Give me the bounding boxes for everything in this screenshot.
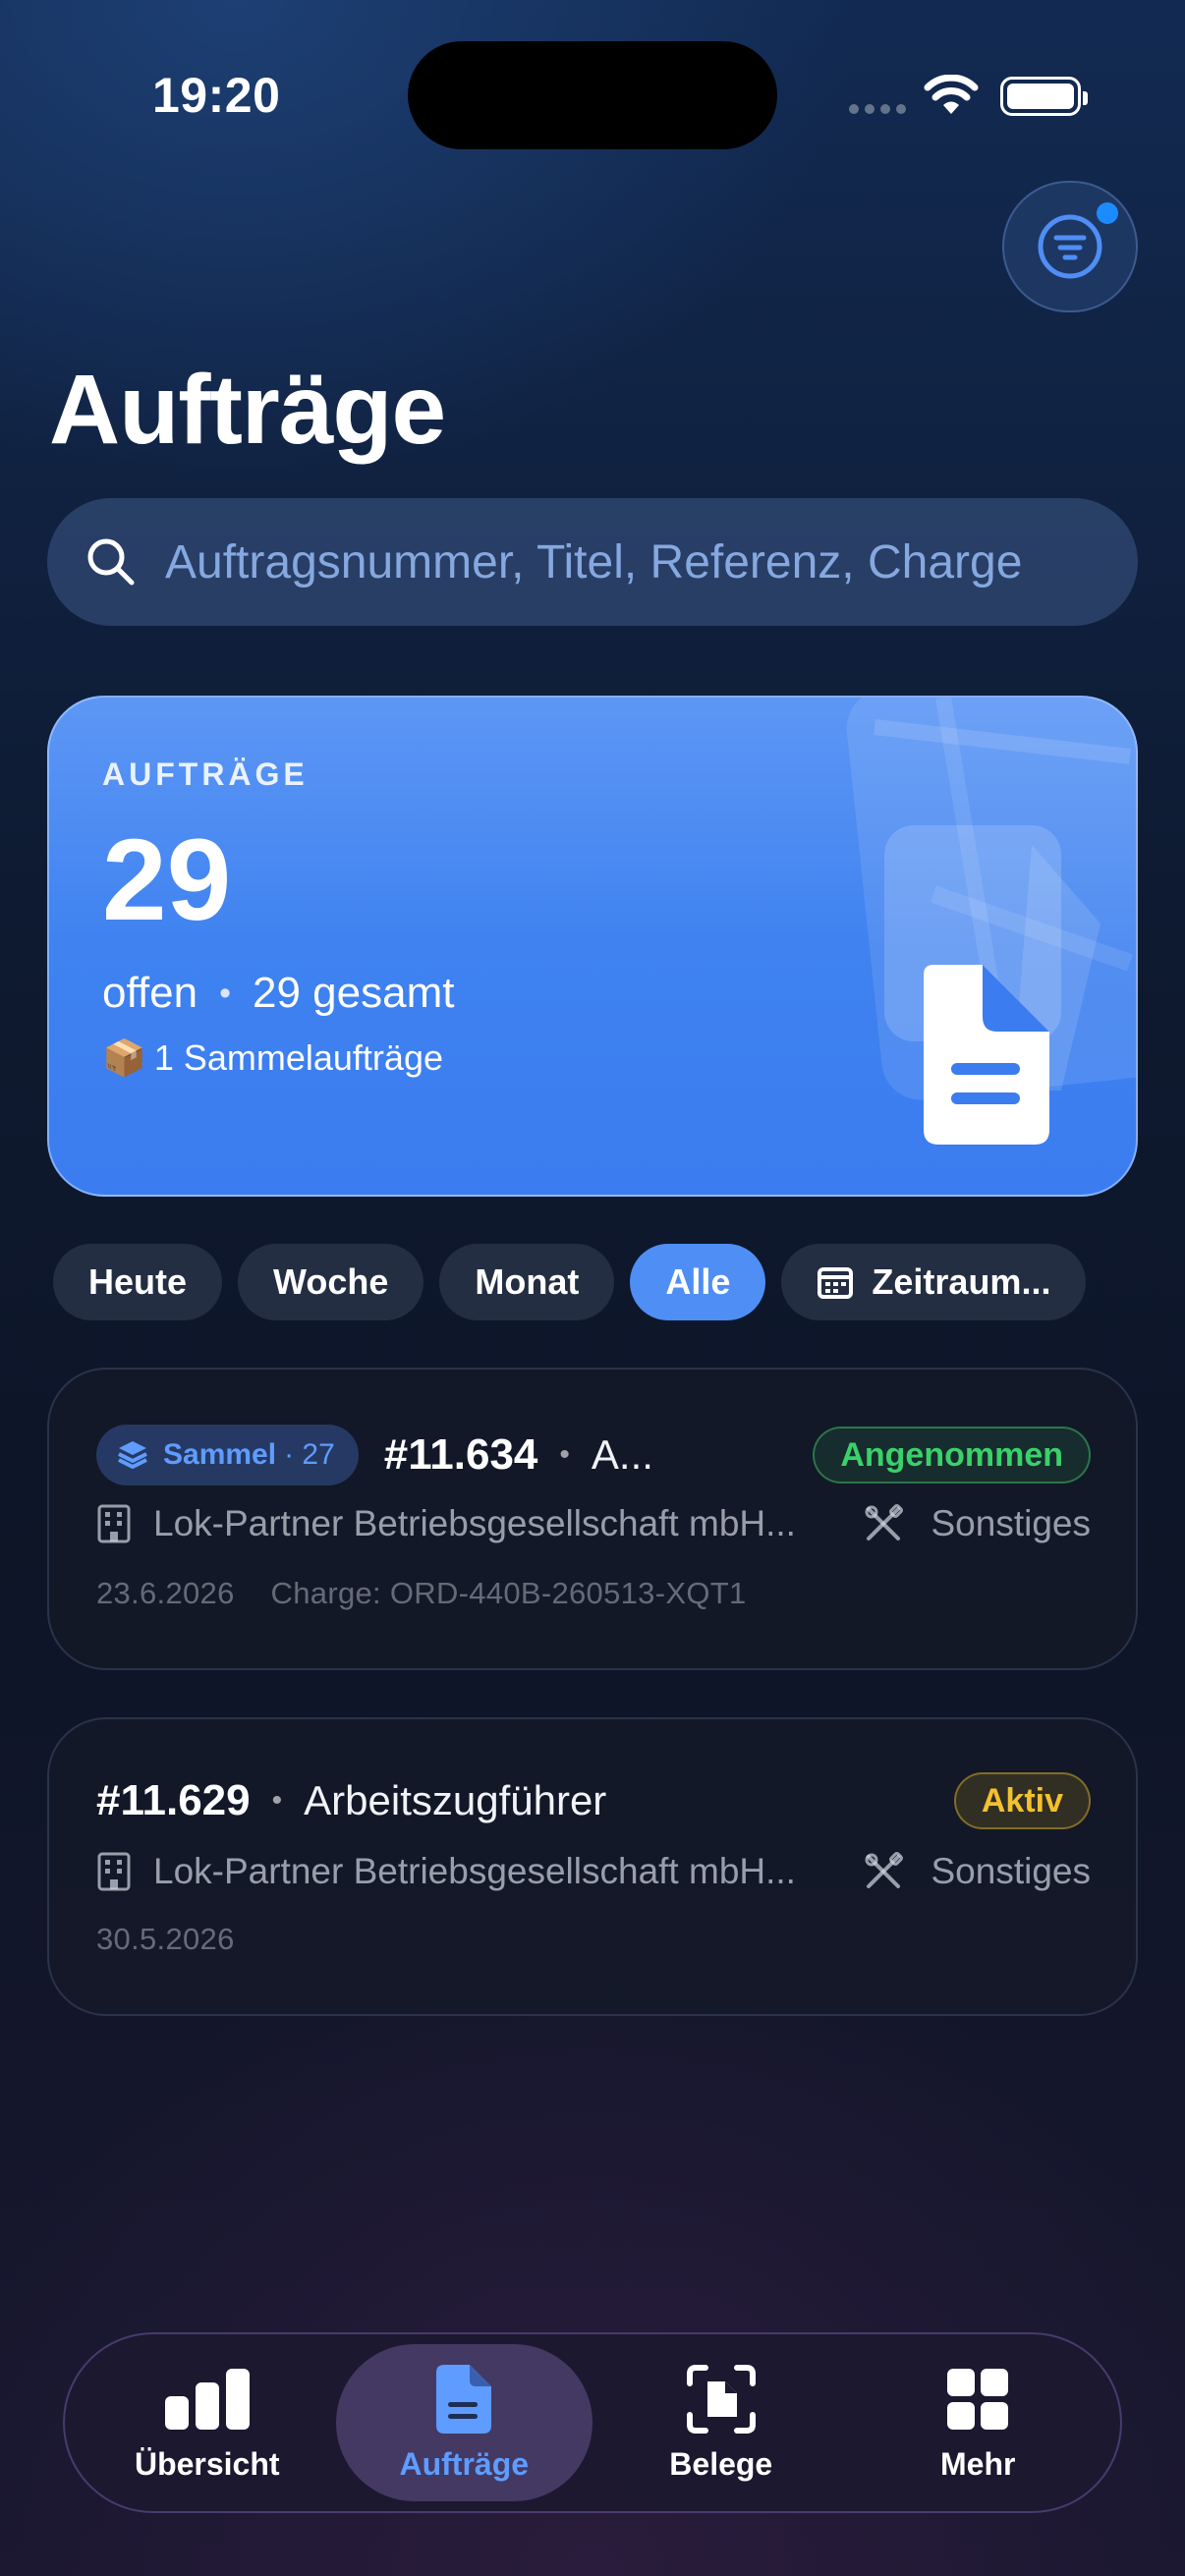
- document-illustration-icon: [846, 698, 1136, 1145]
- cellular-signal-icon: [849, 104, 906, 114]
- separator-dot: •: [219, 974, 231, 1012]
- summary-count: 29: [102, 815, 232, 945]
- chip-label: Monat: [475, 1261, 580, 1302]
- tab-belege[interactable]: Belege: [592, 2344, 850, 2501]
- filter-button[interactable]: [1002, 181, 1138, 312]
- status-badge: Aktiv: [953, 1772, 1091, 1829]
- summary-batch-info: 📦 1 Sammelaufträge: [102, 1037, 443, 1079]
- chip-label: Heute: [88, 1261, 188, 1302]
- tab-bar: Übersicht Aufträge Belege Mehr: [63, 2332, 1122, 2513]
- order-card[interactable]: #11.629 • Arbeitszugführer Aktiv Lok-Par…: [47, 1717, 1138, 2016]
- chip-label: Woche: [273, 1261, 389, 1302]
- status-badge: Angenommen: [813, 1427, 1091, 1484]
- search-input[interactable]: [165, 534, 1108, 589]
- chip-woche[interactable]: Woche: [238, 1244, 424, 1320]
- period-filter-chips: Heute Woche Monat Alle Zeitraum...: [53, 1244, 1087, 1320]
- filter-active-badge: [1097, 202, 1118, 224]
- company-name: Lok-Partner Betriebsgesellschaft mbH...: [153, 1851, 796, 1891]
- separator-dot: •: [271, 1784, 283, 1817]
- chip-label: Zeitraum...: [872, 1261, 1051, 1302]
- order-card[interactable]: Sammel · 27 #11.634 • A... Angenommen Lo…: [47, 1368, 1138, 1670]
- building-icon: [97, 1852, 131, 1891]
- tab-auftraege[interactable]: Aufträge: [335, 2344, 592, 2501]
- trade-label: Sonstiges: [931, 1503, 1092, 1543]
- document-icon: [436, 2364, 492, 2434]
- layers-icon: [118, 1441, 147, 1469]
- battery-icon: [1000, 77, 1088, 116]
- search-icon: [87, 538, 135, 586]
- company-name: Lok-Partner Betriebsgesellschaft mbH...: [153, 1503, 796, 1543]
- order-number: #11.634: [383, 1430, 538, 1479]
- order-date: 30.5.2026: [96, 1922, 235, 1956]
- tab-label: Übersicht: [134, 2445, 280, 2482]
- summary-total-text: 29 gesamt: [252, 969, 455, 1017]
- search-bar[interactable]: [47, 498, 1138, 626]
- order-title: A...: [591, 1431, 653, 1478]
- tab-label: Aufträge: [399, 2445, 530, 2482]
- trade-label: Sonstiges: [931, 1851, 1092, 1891]
- tab-mehr[interactable]: Mehr: [850, 2344, 1107, 2501]
- summary-batch-text: 1 Sammelaufträge: [153, 1037, 443, 1078]
- tab-label: Belege: [669, 2445, 773, 2482]
- package-icon: 📦: [102, 1037, 146, 1078]
- chip-zeitraum[interactable]: Zeitraum...: [781, 1244, 1087, 1320]
- trade-info: Sonstiges: [863, 1851, 1092, 1892]
- summary-subtitle: offen • 29 gesamt: [102, 969, 454, 1018]
- chip-heute[interactable]: Heute: [53, 1244, 223, 1320]
- orders-summary-card[interactable]: AUFTRÄGE 29 offen • 29 gesamt 📦 1 Sammel…: [47, 696, 1138, 1197]
- batch-badge: Sammel · 27: [96, 1425, 359, 1485]
- wifi-icon: [924, 75, 979, 114]
- order-title: Arbeitszugführer: [304, 1777, 607, 1823]
- building-icon: [97, 1504, 131, 1543]
- separator-dot: •: [559, 1438, 570, 1471]
- summary-label: AUFTRÄGE: [102, 756, 309, 792]
- page-title: Aufträge: [49, 355, 446, 465]
- calendar-icon: [818, 1267, 854, 1299]
- batch-label: Sammel: [163, 1438, 277, 1471]
- batch-count: · 27: [284, 1438, 335, 1471]
- bar-chart-icon: [164, 2368, 250, 2430]
- tab-label: Mehr: [940, 2445, 1016, 2482]
- grid-icon: [947, 2368, 1009, 2430]
- dynamic-island: [408, 41, 777, 149]
- order-date: 23.6.2026: [96, 1576, 235, 1610]
- filter-lines-icon: [1038, 214, 1102, 279]
- scan-document-icon: [686, 2364, 756, 2434]
- trade-info: Sonstiges: [863, 1503, 1092, 1544]
- summary-open-text: offen: [102, 969, 198, 1017]
- status-time: 19:20: [152, 68, 281, 123]
- chip-monat[interactable]: Monat: [439, 1244, 615, 1320]
- order-number: #11.629: [96, 1776, 251, 1824]
- tools-icon: [865, 1503, 903, 1540]
- chip-alle[interactable]: Alle: [630, 1244, 766, 1320]
- tab-uebersicht[interactable]: Übersicht: [79, 2344, 336, 2501]
- chip-label: Alle: [665, 1261, 731, 1302]
- order-charge: Charge: ORD-440B-260513-XQT1: [270, 1576, 747, 1610]
- tools-icon: [865, 1851, 903, 1888]
